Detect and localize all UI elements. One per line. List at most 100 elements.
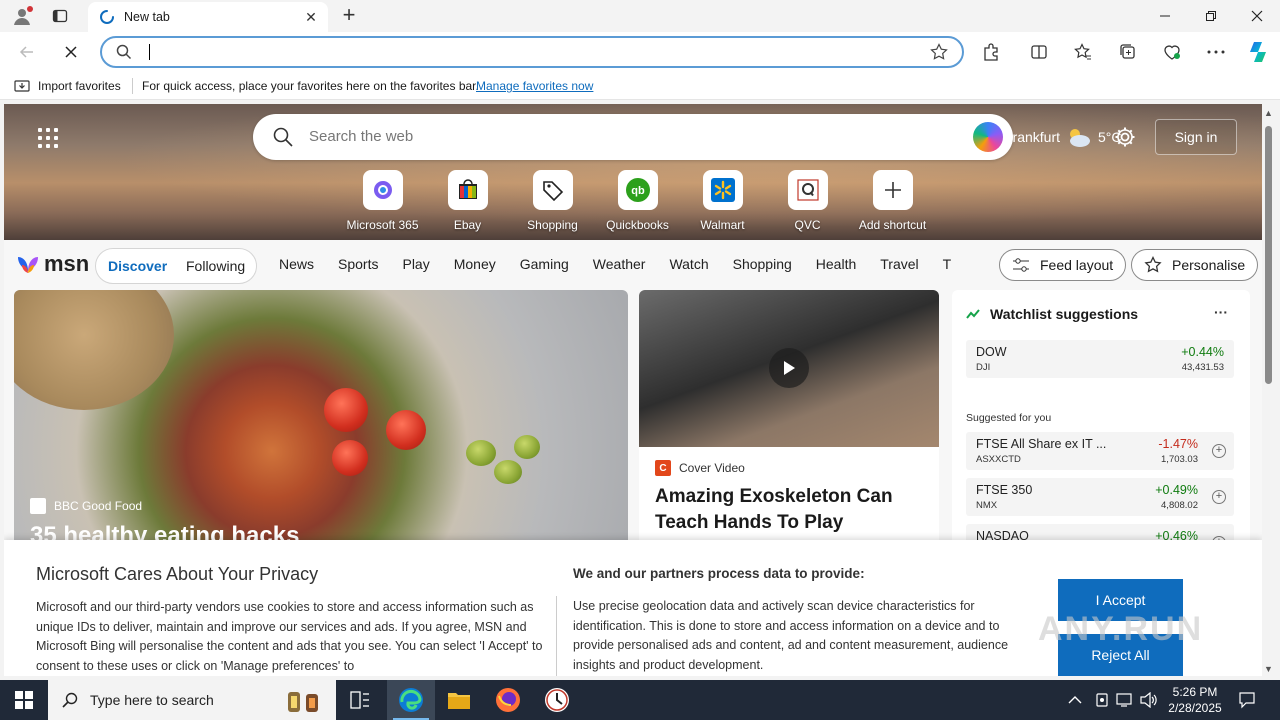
import-icon: [14, 80, 30, 92]
add-to-watchlist-icon[interactable]: +: [1212, 444, 1226, 458]
nav-link[interactable]: Sports: [338, 256, 378, 272]
nav-link[interactable]: Gaming: [520, 256, 569, 272]
nav-link[interactable]: Health: [816, 256, 856, 272]
address-bar[interactable]: [100, 36, 964, 68]
feed-layout-button[interactable]: Feed layout: [999, 249, 1127, 281]
shortcut-qvc[interactable]: QVC: [765, 170, 850, 232]
quickbooks-icon: qb: [617, 170, 658, 210]
new-tab-button[interactable]: +: [337, 4, 361, 28]
shortcut-ebay[interactable]: Ebay: [425, 170, 510, 232]
stock-change: -1.47%: [1158, 437, 1198, 451]
settings-and-more-button[interactable]: [1201, 38, 1231, 66]
taskbar-app-clock[interactable]: [533, 680, 581, 720]
shortcut-walmart[interactable]: Walmart: [680, 170, 765, 232]
nav-link[interactable]: Shopping: [733, 256, 792, 272]
taskbar-search-box[interactable]: Type here to search: [48, 680, 336, 720]
app-launcher-icon[interactable]: [38, 128, 58, 148]
reject-all-button[interactable]: Reject All: [1058, 634, 1183, 676]
scrollbar-thumb[interactable]: [1265, 126, 1272, 384]
copilot-button[interactable]: [1243, 38, 1273, 66]
add-shortcut-button[interactable]: Add shortcut: [850, 170, 935, 232]
sign-in-button[interactable]: Sign in: [1155, 119, 1237, 155]
taskbar-edge[interactable]: [387, 680, 435, 720]
divider: [556, 596, 557, 676]
tab-discover[interactable]: Discover: [108, 258, 167, 274]
stock-row-suggested[interactable]: FTSE All Share ex IT ... ASXXCTD -1.47% …: [966, 432, 1234, 470]
heartbeat-icon: [1164, 45, 1180, 60]
weather-widget[interactable]: Frankfurt 5°C: [1004, 126, 1122, 148]
walmart-icon: [702, 170, 743, 210]
close-icon: [1251, 10, 1263, 22]
nav-link[interactable]: Play: [402, 256, 429, 272]
nav-link[interactable]: News: [279, 256, 314, 272]
browser-toolbar: [0, 32, 1280, 72]
start-button[interactable]: [0, 680, 48, 720]
msn-butterfly-icon: [18, 257, 38, 273]
favorites-star-list-icon: [1074, 43, 1091, 60]
tab-new-tab[interactable]: New tab ✕: [88, 2, 328, 32]
copilot-search-icon[interactable]: [973, 122, 1003, 152]
notification-center-button[interactable]: [1238, 680, 1256, 720]
nav-link[interactable]: Weather: [593, 256, 646, 272]
taskbar-file-explorer[interactable]: [435, 680, 483, 720]
tray-device[interactable]: [1094, 680, 1110, 720]
accept-button[interactable]: I Accept: [1058, 579, 1183, 621]
copilot-icon: [1250, 42, 1266, 62]
tray-volume[interactable]: [1140, 680, 1158, 720]
minimize-button[interactable]: [1142, 0, 1188, 32]
web-search-box[interactable]: Search the web: [253, 114, 1013, 160]
page-scrollbar[interactable]: ▲ ▼: [1262, 104, 1276, 676]
favorites-button[interactable]: [1068, 38, 1098, 66]
folder-icon: [448, 693, 470, 709]
tab-actions-button[interactable]: [46, 4, 74, 28]
play-icon[interactable]: [769, 348, 809, 388]
privacy-purposes: Use precise geolocation data and activel…: [573, 599, 1009, 672]
extensions-button[interactable]: [976, 38, 1006, 66]
tray-network[interactable]: [1116, 680, 1134, 720]
show-hidden-icons[interactable]: [1068, 680, 1082, 720]
split-screen-button[interactable]: [1024, 38, 1054, 66]
collections-button[interactable]: [1113, 38, 1143, 66]
food-image: [14, 290, 174, 410]
split-screen-icon: [1031, 45, 1047, 59]
nav-link[interactable]: Travel: [880, 256, 918, 272]
source-name: Cover Video: [679, 461, 745, 475]
profile-alert-dot: [27, 6, 33, 12]
stock-row-dow[interactable]: DOW DJI +0.44% 43,431.53: [966, 340, 1234, 378]
add-to-watchlist-icon[interactable]: +: [1212, 490, 1226, 504]
page-viewport: Search the web Frankfurt 5°C Sign in Mic…: [4, 104, 1262, 676]
article-card-large[interactable]: BBC Good Food 35 healthy eating hacks: [14, 290, 628, 550]
import-favorites-button[interactable]: Import favorites: [14, 78, 121, 94]
profile-button[interactable]: [8, 4, 36, 28]
taskbar-clock[interactable]: 5:26 PM 2/28/2025: [1164, 684, 1226, 716]
stock-row-suggested[interactable]: FTSE 350 NMX +0.49% 4,808.02 +: [966, 478, 1234, 516]
add-favorite-star-icon[interactable]: [930, 43, 948, 61]
shortcut-quickbooks[interactable]: qb Quickbooks: [595, 170, 680, 232]
close-window-button[interactable]: [1234, 0, 1280, 32]
scroll-up-arrow-icon[interactable]: ▲: [1264, 108, 1273, 118]
msn-nav-links: News Sports Play Money Gaming Weather Wa…: [279, 256, 951, 272]
nav-link[interactable]: Money: [454, 256, 496, 272]
back-button[interactable]: [12, 38, 42, 66]
text-caret: [149, 44, 150, 60]
scroll-down-arrow-icon[interactable]: ▼: [1264, 664, 1273, 674]
browser-essentials-button[interactable]: [1157, 38, 1187, 66]
task-view-button[interactable]: [336, 680, 384, 720]
taskbar-firefox[interactable]: [484, 680, 532, 720]
personalise-button[interactable]: Personalise: [1131, 249, 1259, 281]
shortcut-microsoft-365[interactable]: Microsoft 365: [340, 170, 425, 232]
favorites-bar-message: For quick access, place your favorites h…: [142, 79, 479, 93]
manage-favorites-link[interactable]: Manage favorites now: [476, 79, 593, 93]
page-settings-button[interactable]: [1114, 126, 1136, 151]
nav-link[interactable]: Trav: [943, 256, 951, 272]
restore-button[interactable]: [1188, 0, 1234, 32]
tab-close-icon[interactable]: ✕: [302, 8, 320, 26]
msn-logo[interactable]: msn: [16, 251, 89, 277]
stop-loading-button[interactable]: [56, 38, 86, 66]
more-options-icon[interactable]: ···: [1214, 304, 1228, 320]
nav-link[interactable]: Watch: [669, 256, 708, 272]
tab-following[interactable]: Following: [186, 258, 245, 274]
shortcut-shopping[interactable]: Shopping: [510, 170, 595, 232]
article-card-video[interactable]: C Cover Video Amazing Exoskeleton Can Te…: [639, 290, 939, 550]
address-input[interactable]: [148, 41, 908, 63]
